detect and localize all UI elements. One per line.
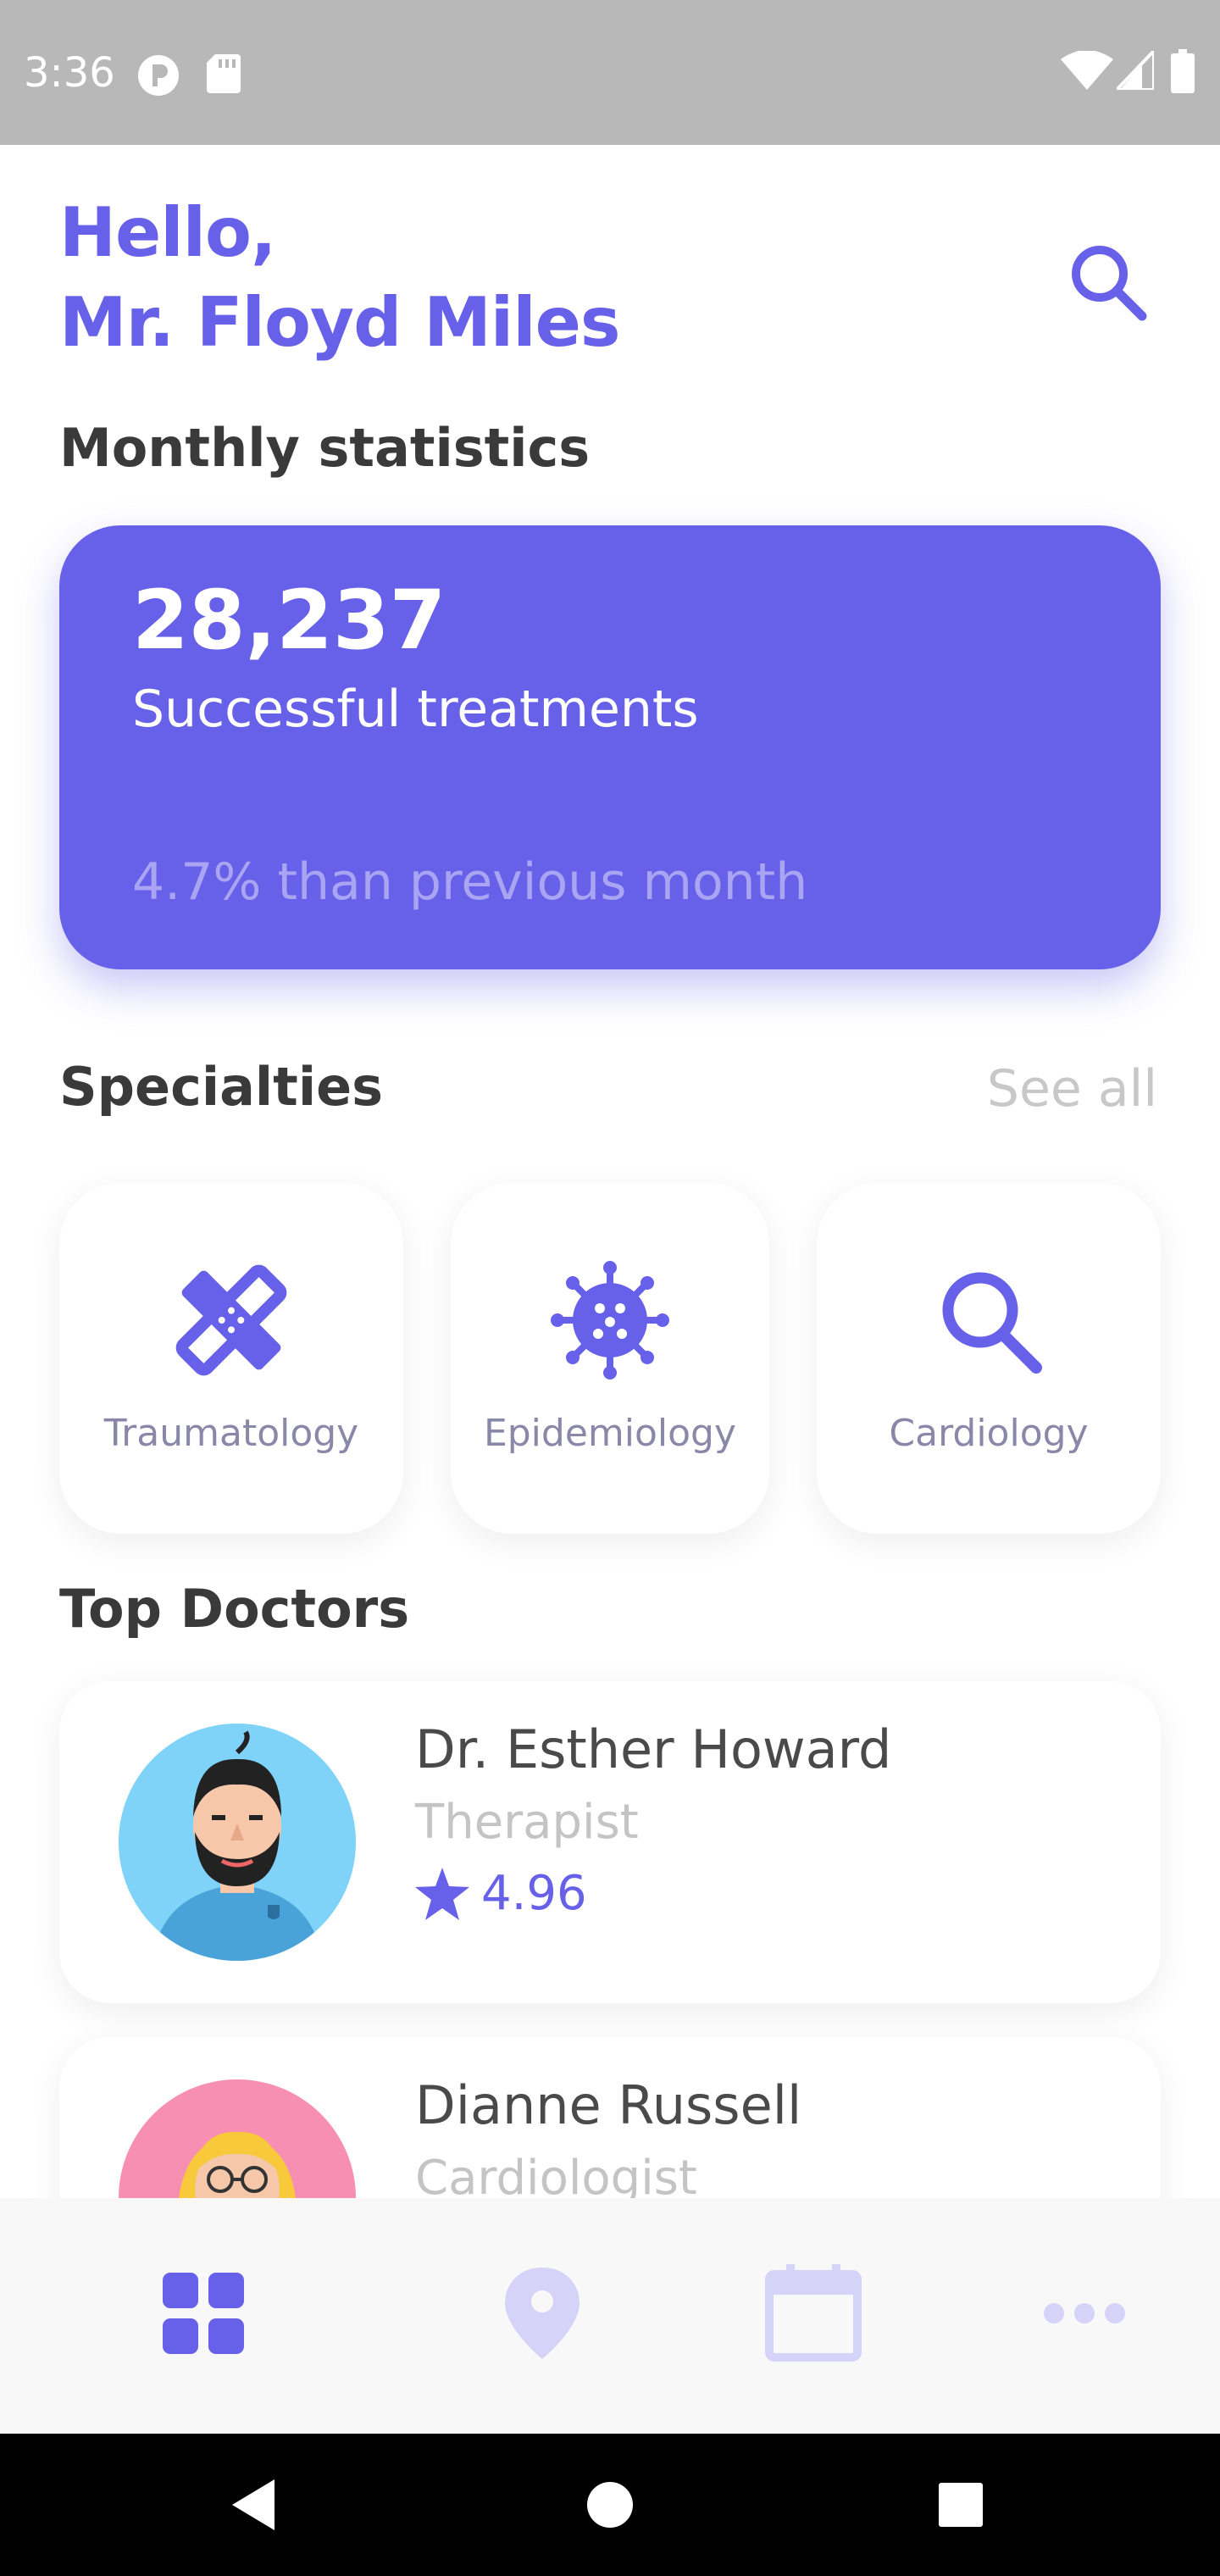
- statistics-title: Monthly statistics: [59, 417, 591, 479]
- see-all-link[interactable]: See all: [987, 1059, 1157, 1119]
- specialty-card-traumatology[interactable]: Traumatology: [59, 1183, 403, 1534]
- recents-icon[interactable]: [930, 2474, 991, 2535]
- rating-value: 4.96: [481, 1866, 587, 1921]
- doctor-name: Dianne Russell: [415, 2074, 802, 2136]
- doctor-name: Dr. Esther Howard: [415, 1718, 892, 1780]
- specialty-label: Cardiology: [889, 1412, 1089, 1455]
- doctor-card[interactable]: Dr. Esther Howard Therapist 4.96: [59, 1681, 1161, 2003]
- statistics-card[interactable]: 28,237 Successful treatments 4.7% than p…: [59, 525, 1161, 969]
- statistics-label: Successful treatments: [132, 680, 699, 739]
- greeting: Hello, Mr. Floyd Miles: [59, 188, 621, 368]
- dashboard-icon[interactable]: [152, 2262, 254, 2364]
- sd-card-icon: [207, 54, 241, 93]
- specialty-card-cardiology[interactable]: Cardiology: [817, 1183, 1161, 1534]
- doctor-specialty: Therapist: [415, 1795, 639, 1850]
- doctor-rating: 4.96: [415, 1866, 587, 1921]
- avatar: [119, 1724, 356, 1961]
- more-icon[interactable]: [1034, 2262, 1135, 2364]
- battery-icon: [1171, 49, 1195, 93]
- signal-icon: [1117, 51, 1154, 90]
- calendar-icon[interactable]: [762, 2262, 864, 2364]
- top-doctors-title: Top Doctors: [59, 1578, 410, 1640]
- specialty-card-epidemiology[interactable]: Epidemiology: [451, 1183, 769, 1534]
- search-icon[interactable]: [1066, 240, 1151, 325]
- home-icon[interactable]: [580, 2474, 640, 2535]
- location-icon[interactable]: [491, 2262, 593, 2364]
- app-icon: [138, 55, 179, 96]
- bandage-icon: [175, 1264, 287, 1376]
- statistics-value: 28,237: [132, 573, 446, 668]
- specialty-label: Traumatology: [103, 1412, 359, 1455]
- star-icon: [415, 1867, 469, 1920]
- status-bar: 3:36: [0, 0, 1220, 145]
- greeting-name: Mr. Floyd Miles: [59, 283, 621, 362]
- doctor-avatar-illustration: [152, 1730, 322, 1961]
- specialties-title: Specialties: [59, 1056, 384, 1118]
- search-icon: [942, 1272, 1042, 1374]
- virus-icon: [551, 1261, 669, 1380]
- statistics-change: 4.7% than previous month: [132, 852, 808, 912]
- back-icon[interactable]: [224, 2474, 285, 2535]
- wifi-icon: [1061, 51, 1113, 90]
- bottom-navigation: [0, 2198, 1220, 2434]
- system-navigation-bar: [0, 2434, 1220, 2576]
- greeting-line-1: Hello,: [59, 193, 276, 272]
- specialty-label: Epidemiology: [483, 1412, 737, 1455]
- status-time: 3:36: [24, 49, 115, 97]
